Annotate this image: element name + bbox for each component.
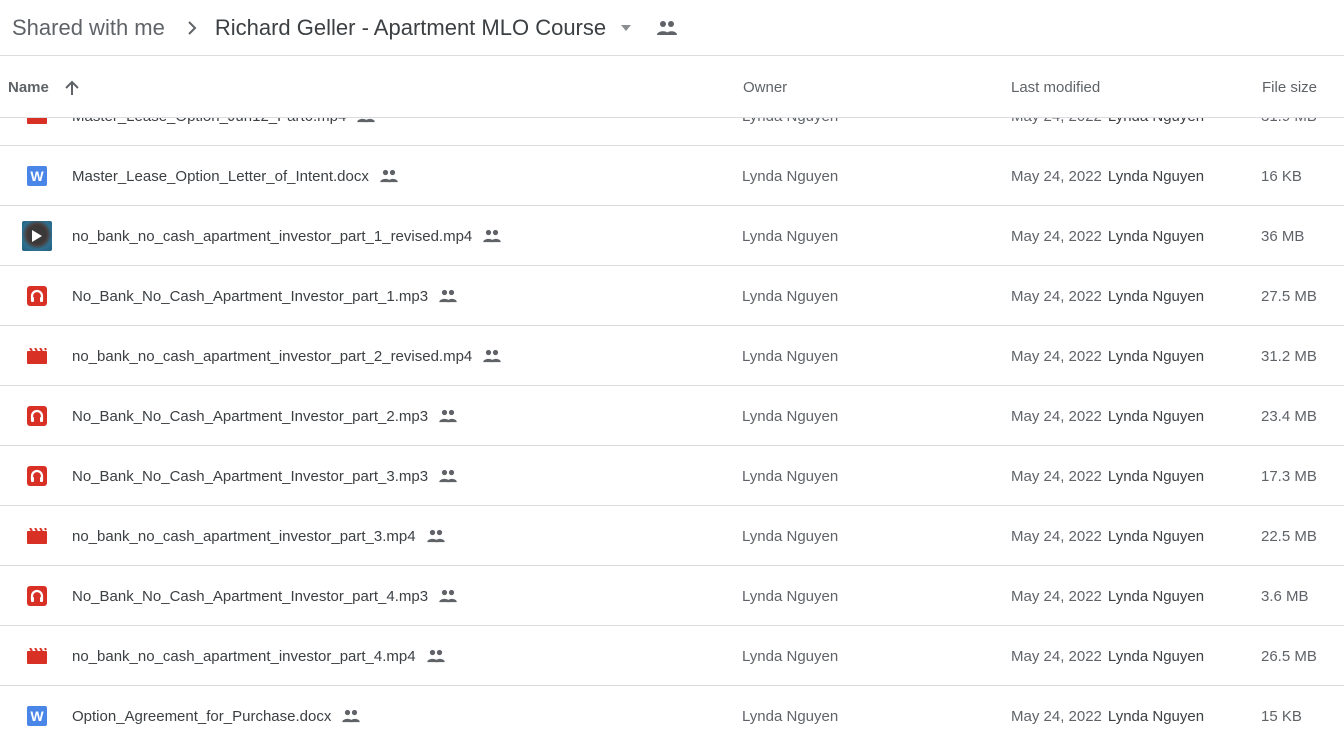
- file-size: 3.6 MB: [1261, 587, 1309, 605]
- file-size: 26.5 MB: [1261, 647, 1317, 665]
- file-name[interactable]: No_Bank_No_Cash_Apartment_Investor_part_…: [72, 288, 428, 305]
- file-name[interactable]: no_bank_no_cash_apartment_investor_part_…: [72, 648, 416, 665]
- column-header-name[interactable]: Name: [8, 57, 79, 118]
- people-icon: [379, 169, 399, 183]
- column-header-last-modified[interactable]: Last modified: [1011, 57, 1100, 118]
- video-clapper-icon: [22, 506, 52, 566]
- file-owner: Lynda Nguyen: [742, 707, 839, 725]
- people-icon: [482, 229, 502, 243]
- file-list: Master_Lease_Option_Jun12_Part6.mp4 Lynd…: [0, 86, 1344, 741]
- file-row[interactable]: no_bank_no_cash_apartment_investor_part_…: [0, 206, 1344, 266]
- arrow-up-icon[interactable]: [65, 80, 79, 96]
- audio-headphones-icon: [22, 446, 52, 506]
- file-row[interactable]: no_bank_no_cash_apartment_investor_part_…: [0, 326, 1344, 386]
- column-header-row: Name Owner Last modified File size: [0, 57, 1344, 118]
- people-icon[interactable]: [656, 20, 678, 36]
- people-icon: [426, 649, 446, 663]
- file-row[interactable]: No_Bank_No_Cash_Apartment_Investor_part_…: [0, 266, 1344, 326]
- file-size: 22.5 MB: [1261, 527, 1317, 545]
- file-modified-date: May 24, 2022: [1011, 707, 1102, 725]
- file-owner: Lynda Nguyen: [742, 287, 839, 305]
- file-name[interactable]: Master_Lease_Option_Letter_of_Intent.doc…: [72, 168, 369, 185]
- people-icon: [438, 469, 458, 483]
- file-modified-date: May 24, 2022: [1011, 587, 1102, 605]
- file-modified-by: Lynda Nguyen: [1107, 407, 1205, 425]
- file-name[interactable]: No_Bank_No_Cash_Apartment_Investor_part_…: [72, 588, 428, 605]
- file-row[interactable]: W Option_Agreement_for_Purchase.docx Lyn…: [0, 686, 1344, 741]
- file-size: 36 MB: [1261, 227, 1305, 245]
- file-size: 16 KB: [1261, 167, 1302, 185]
- column-name-label: Name: [8, 79, 49, 96]
- file-size: 31.2 MB: [1261, 347, 1317, 365]
- file-modified-date: May 24, 2022: [1011, 647, 1102, 665]
- people-icon: [438, 289, 458, 303]
- file-name[interactable]: Option_Agreement_for_Purchase.docx: [72, 708, 331, 725]
- caret-down-icon[interactable]: [620, 24, 632, 32]
- breadcrumb-bar: Shared with me Richard Geller - Apartmen…: [0, 0, 1344, 56]
- file-modified-by: Lynda Nguyen: [1107, 587, 1205, 605]
- file-modified-date: May 24, 2022: [1011, 467, 1102, 485]
- folder-title: Richard Geller - Apartment MLO Course: [214, 14, 607, 40]
- file-owner: Lynda Nguyen: [742, 467, 839, 485]
- file-name[interactable]: No_Bank_No_Cash_Apartment_Investor_part_…: [72, 468, 428, 485]
- breadcrumb-current-folder[interactable]: Richard Geller - Apartment MLO Course: [215, 15, 632, 41]
- file-modified-date: May 24, 2022: [1011, 407, 1102, 425]
- chevron-right-icon: [187, 20, 197, 36]
- breadcrumb-shared-with-me[interactable]: Shared with me: [12, 15, 165, 41]
- people-icon: [438, 409, 458, 423]
- video-clapper-icon: [22, 326, 52, 386]
- file-owner: Lynda Nguyen: [742, 227, 839, 245]
- audio-headphones-icon: [22, 386, 52, 446]
- people-icon: [426, 529, 446, 543]
- audio-headphones-icon: [22, 566, 52, 626]
- people-icon: [438, 589, 458, 603]
- column-header-file-size[interactable]: File size: [1262, 57, 1317, 118]
- file-modified-date: May 24, 2022: [1011, 287, 1102, 305]
- file-modified-by: Lynda Nguyen: [1107, 647, 1205, 665]
- file-modified-date: May 24, 2022: [1011, 167, 1102, 185]
- file-modified-by: Lynda Nguyen: [1107, 347, 1205, 365]
- word-doc-icon: W: [22, 686, 52, 741]
- column-header-owner[interactable]: Owner: [743, 57, 787, 118]
- file-size: 27.5 MB: [1261, 287, 1317, 305]
- file-name[interactable]: no_bank_no_cash_apartment_investor_part_…: [72, 348, 472, 365]
- file-size: 15 KB: [1261, 707, 1302, 725]
- video-clapper-icon: [22, 626, 52, 686]
- file-owner: Lynda Nguyen: [742, 347, 839, 365]
- file-row[interactable]: no_bank_no_cash_apartment_investor_part_…: [0, 626, 1344, 686]
- file-owner: Lynda Nguyen: [742, 587, 839, 605]
- file-row[interactable]: no_bank_no_cash_apartment_investor_part_…: [0, 506, 1344, 566]
- file-modified-by: Lynda Nguyen: [1107, 707, 1205, 725]
- file-owner: Lynda Nguyen: [742, 647, 839, 665]
- audio-headphones-icon: [22, 266, 52, 326]
- file-modified-date: May 24, 2022: [1011, 347, 1102, 365]
- file-name[interactable]: no_bank_no_cash_apartment_investor_part_…: [72, 228, 472, 245]
- file-row[interactable]: No_Bank_No_Cash_Apartment_Investor_part_…: [0, 566, 1344, 626]
- file-row[interactable]: No_Bank_No_Cash_Apartment_Investor_part_…: [0, 446, 1344, 506]
- file-name[interactable]: no_bank_no_cash_apartment_investor_part_…: [72, 528, 416, 545]
- file-modified-date: May 24, 2022: [1011, 227, 1102, 245]
- file-owner: Lynda Nguyen: [742, 527, 839, 545]
- file-row[interactable]: W Master_Lease_Option_Letter_of_Intent.d…: [0, 146, 1344, 206]
- file-row[interactable]: No_Bank_No_Cash_Apartment_Investor_part_…: [0, 386, 1344, 446]
- video-thumbnail-icon: [22, 206, 52, 266]
- file-modified-by: Lynda Nguyen: [1107, 467, 1205, 485]
- people-icon: [341, 709, 361, 723]
- file-modified-by: Lynda Nguyen: [1107, 527, 1205, 545]
- people-icon: [482, 349, 502, 363]
- word-doc-icon: W: [22, 146, 52, 206]
- file-owner: Lynda Nguyen: [742, 167, 839, 185]
- file-size: 23.4 MB: [1261, 407, 1317, 425]
- file-modified-by: Lynda Nguyen: [1107, 227, 1205, 245]
- file-modified-by: Lynda Nguyen: [1107, 287, 1205, 305]
- file-name[interactable]: No_Bank_No_Cash_Apartment_Investor_part_…: [72, 408, 428, 425]
- file-size: 17.3 MB: [1261, 467, 1317, 485]
- file-modified-date: May 24, 2022: [1011, 527, 1102, 545]
- file-modified-by: Lynda Nguyen: [1107, 167, 1205, 185]
- file-owner: Lynda Nguyen: [742, 407, 839, 425]
